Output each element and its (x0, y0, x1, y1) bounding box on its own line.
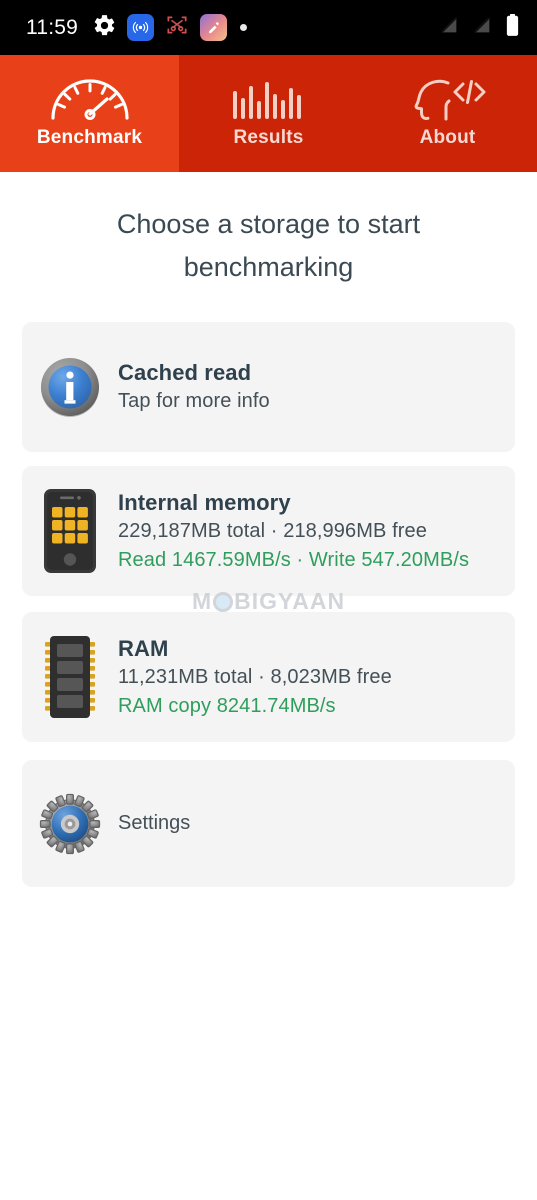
tab-results-label: Results (233, 126, 304, 148)
tab-about[interactable]: About (358, 55, 537, 172)
status-bar: 11:59 (0, 0, 537, 55)
tab-about-label: About (419, 126, 476, 148)
card-cached-read-subtitle: Tap for more info (118, 390, 270, 412)
card-internal-memory[interactable]: Internal memory 229,187MB total · 218,99… (22, 466, 515, 596)
card-ram-capacity: 11,231MB total · 8,023MB free (118, 665, 392, 688)
tab-results[interactable]: Results (179, 55, 358, 172)
ram-chip-icon (22, 633, 118, 721)
gear-icon (92, 13, 117, 43)
signal-off-icon-2 (471, 14, 493, 41)
status-bar-left-icons (92, 12, 438, 43)
card-internal-memory-title: Internal memory (118, 489, 291, 515)
info-icon (22, 355, 118, 419)
card-cached-read[interactable]: Cached read Tap for more info (22, 322, 515, 452)
status-bar-right-icons (438, 13, 521, 43)
card-cached-read-title: Cached read (118, 360, 252, 385)
gallery-app-icon (200, 14, 227, 41)
head-code-icon (408, 79, 488, 121)
card-ram-text: RAM 11,231MB total · 8,023MB free RAM co… (118, 634, 515, 721)
card-ram[interactable]: RAM 11,231MB total · 8,023MB free RAM co… (22, 612, 515, 742)
card-internal-memory-speed: Read 1467.59MB/s · Write 547.20MB/s (118, 548, 470, 571)
speedometer-icon (44, 78, 136, 121)
phone-storage-icon (22, 488, 118, 574)
card-cached-read-text: Cached read Tap for more info (118, 358, 515, 416)
card-ram-title: RAM (118, 635, 169, 661)
page-title: Choose a storage to start benchmarking (116, 209, 421, 282)
card-internal-memory-text: Internal memory 229,187MB total · 218,99… (118, 488, 515, 575)
card-settings[interactable]: Settings (22, 760, 515, 887)
card-ram-speed: RAM copy 8241.74MB/s (118, 694, 336, 717)
gear-settings-icon (22, 793, 118, 855)
notification-dot-icon (240, 24, 247, 31)
status-clock: 11:59 (26, 15, 78, 39)
signal-off-icon (438, 14, 460, 41)
tab-bar: Benchmark Results About (0, 55, 537, 172)
card-internal-memory-capacity: 229,187MB total · 218,996MB free (118, 519, 427, 542)
battery-full-icon (504, 13, 521, 43)
tab-benchmark-label: Benchmark (36, 126, 143, 148)
app-root: 11:59 Benchmark Results About Choose a s… (0, 0, 537, 1200)
screenshot-cut-icon (164, 12, 190, 43)
tab-benchmark[interactable]: Benchmark (0, 55, 179, 172)
cast-icon (127, 14, 154, 41)
card-settings-text: Settings (118, 809, 515, 838)
bar-chart-icon (230, 79, 308, 121)
card-settings-label: Settings (118, 812, 191, 834)
